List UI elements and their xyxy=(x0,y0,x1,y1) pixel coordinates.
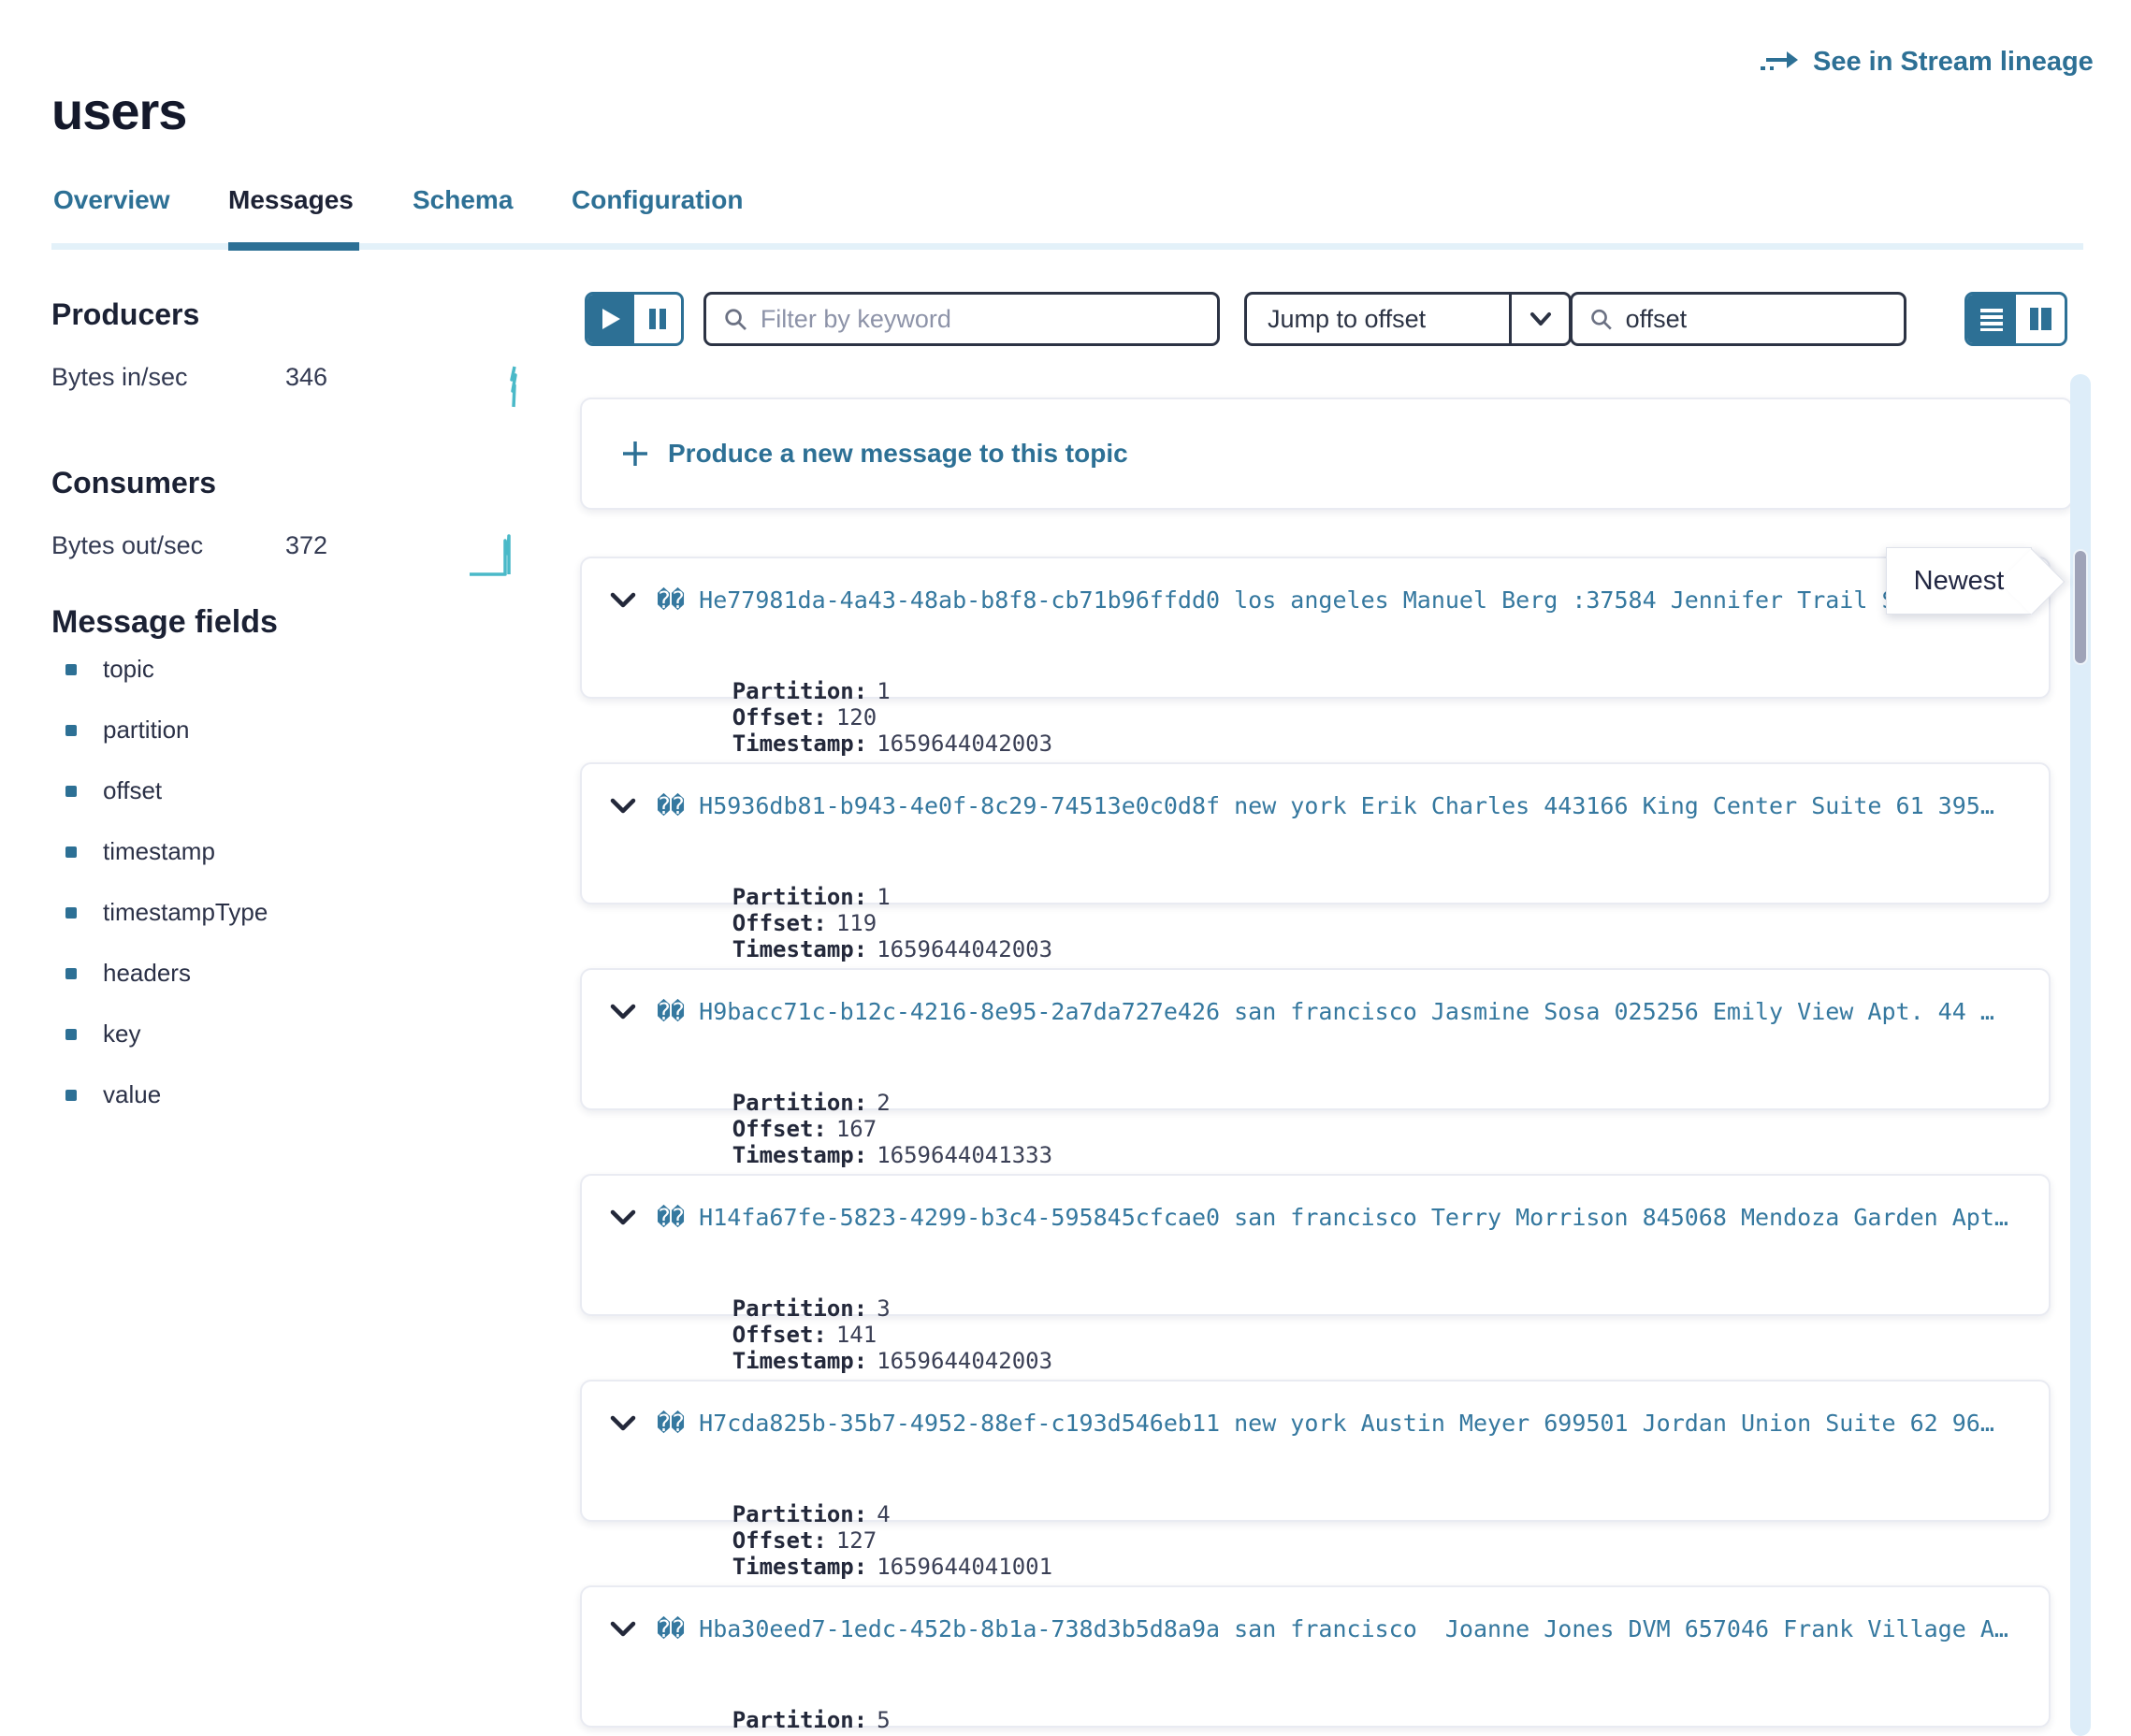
message-summary: �� He77981da-4a43-48ab-b8f8-cb71b96ffdd0… xyxy=(657,586,1896,614)
field-bullet-icon xyxy=(65,1090,77,1101)
active-tab-indicator xyxy=(228,242,359,251)
scrollbar-thumb[interactable] xyxy=(2073,549,2088,665)
field-item-offset[interactable]: offset xyxy=(65,776,162,805)
bytes-in-row: Bytes in/sec 346 xyxy=(51,363,524,414)
field-bullet-icon xyxy=(65,664,77,675)
bytes-in-label: Bytes in/sec xyxy=(51,363,285,392)
partition-value: 1 xyxy=(877,678,890,704)
offset-search-input[interactable] xyxy=(1626,305,1887,334)
field-item-timestamp[interactable]: timestamp xyxy=(65,837,215,866)
plus-icon xyxy=(621,440,649,468)
pause-icon xyxy=(647,307,668,331)
field-item-timestampType[interactable]: timestampType xyxy=(65,898,268,927)
offset-value: 141 xyxy=(836,1322,877,1348)
partition-value: 1 xyxy=(877,884,890,910)
timestamp-value: 1659644041333 xyxy=(877,1142,1052,1168)
field-item-value[interactable]: value xyxy=(65,1080,161,1109)
search-icon xyxy=(723,306,747,332)
message-summary: �� H9bacc71c-b12c-4216-8e95-2a7da727e426… xyxy=(657,998,1994,1025)
offset-value: 119 xyxy=(836,910,877,936)
search-icon xyxy=(1589,306,1613,332)
pause-button[interactable] xyxy=(634,295,681,343)
field-bullet-icon xyxy=(65,907,77,919)
bytes-in-value: 346 xyxy=(285,363,327,392)
produce-message-button[interactable]: Produce a new message to this topic xyxy=(580,398,2073,510)
message-list-scrollbar[interactable] xyxy=(2070,374,2091,1736)
bytes-out-value: 372 xyxy=(285,531,327,560)
newest-position-tooltip: Newest xyxy=(1886,547,2032,615)
timestamp-value: 1659644042003 xyxy=(877,1348,1052,1374)
message-row[interactable]: �� He77981da-4a43-48ab-b8f8-cb71b96ffdd0… xyxy=(580,557,2051,699)
lineage-arrow-icon xyxy=(1759,48,1800,78)
column-view-icon xyxy=(2027,306,2053,332)
message-meta: Partition:5 Offset:163 Timestamp:1659644… xyxy=(651,1681,1107,1736)
message-summary: �� H7cda825b-35b7-4952-88ef-c193d546eb11… xyxy=(657,1410,1994,1437)
bytes-out-row: Bytes out/sec 372 xyxy=(51,531,524,583)
field-item-topic[interactable]: topic xyxy=(65,655,154,684)
field-bullet-icon xyxy=(65,846,77,858)
tab-overview[interactable]: Overview xyxy=(53,185,170,215)
timestamp-value: 1659644042003 xyxy=(877,936,1052,962)
producers-heading: Producers xyxy=(51,297,199,332)
jump-select-value: Jump to offset xyxy=(1247,295,1509,343)
timestamp-value: 1659644041001 xyxy=(877,1554,1052,1580)
field-item-partition[interactable]: partition xyxy=(65,716,190,745)
offset-search-wrapper xyxy=(1570,292,1906,346)
field-item-key[interactable]: key xyxy=(65,1020,140,1049)
message-row[interactable]: �� Hba30eed7-1edc-452b-8b1a-738d3b5d8a9a… xyxy=(580,1585,2051,1728)
bytes-out-sparkline xyxy=(468,531,524,583)
chevron-down-icon xyxy=(1509,295,1569,343)
partition-value: 2 xyxy=(877,1090,890,1116)
offset-value: 127 xyxy=(836,1527,877,1554)
stream-lineage-link[interactable]: See in Stream lineage xyxy=(1759,47,2094,78)
expand-chevron-icon[interactable] xyxy=(610,1004,636,1020)
tab-schema[interactable]: Schema xyxy=(413,185,513,215)
offset-value: 120 xyxy=(836,704,877,731)
tab-configuration[interactable]: Configuration xyxy=(572,185,744,215)
expand-chevron-icon[interactable] xyxy=(610,798,636,815)
partition-value: 4 xyxy=(877,1501,890,1527)
message-row[interactable]: �� H9bacc71c-b12c-4216-8e95-2a7da727e426… xyxy=(580,968,2051,1110)
produce-message-label: Produce a new message to this topic xyxy=(668,439,1128,469)
list-view-icon xyxy=(1979,306,2005,332)
field-bullet-icon xyxy=(65,1029,77,1040)
timestamp-value: 1659644042003 xyxy=(877,731,1052,757)
filter-input-wrapper xyxy=(703,292,1220,346)
offset-value: 167 xyxy=(836,1116,877,1142)
bytes-out-label: Bytes out/sec xyxy=(51,531,285,560)
stream-control-group xyxy=(585,292,684,346)
expand-chevron-icon[interactable] xyxy=(610,592,636,609)
lineage-link-label: See in Stream lineage xyxy=(1813,47,2094,78)
message-row[interactable]: �� H7cda825b-35b7-4952-88ef-c193d546eb11… xyxy=(580,1380,2051,1522)
consumers-heading: Consumers xyxy=(51,466,216,500)
page-title: users xyxy=(51,80,186,141)
list-view-button[interactable] xyxy=(1967,295,2016,343)
field-bullet-icon xyxy=(65,968,77,979)
jump-to-offset-select[interactable]: Jump to offset xyxy=(1244,292,1572,346)
message-row[interactable]: �� H14fa67fe-5823-4299-b3c4-595845cfcae0… xyxy=(580,1174,2051,1316)
message-summary: �� H14fa67fe-5823-4299-b3c4-595845cfcae0… xyxy=(657,1204,2008,1231)
partition-value: 5 xyxy=(877,1707,890,1733)
bytes-in-sparkline xyxy=(483,363,524,414)
tab-messages[interactable]: Messages xyxy=(228,185,354,215)
message-summary: �� Hba30eed7-1edc-452b-8b1a-738d3b5d8a9a… xyxy=(657,1615,2008,1642)
expand-chevron-icon[interactable] xyxy=(610,1209,636,1226)
tooltip-arrow xyxy=(1999,549,2066,615)
field-item-headers[interactable]: headers xyxy=(65,959,191,988)
partition-value: 3 xyxy=(877,1295,890,1322)
column-view-button[interactable] xyxy=(2016,295,2065,343)
expand-chevron-icon[interactable] xyxy=(610,1621,636,1638)
message-fields-heading: Message fields xyxy=(51,604,278,641)
play-button[interactable] xyxy=(587,295,634,343)
field-bullet-icon xyxy=(65,725,77,736)
newest-label: Newest xyxy=(1914,566,2005,597)
message-summary: �� H5936db81-b943-4e0f-8c29-74513e0c0d8f… xyxy=(657,792,1994,819)
filter-keyword-input[interactable] xyxy=(761,305,1200,334)
topic-messages-page: users See in Stream lineage Overview Mes… xyxy=(0,0,2131,1736)
expand-chevron-icon[interactable] xyxy=(610,1415,636,1432)
message-row[interactable]: �� H5936db81-b943-4e0f-8c29-74513e0c0d8f… xyxy=(580,762,2051,904)
view-mode-toggle xyxy=(1964,292,2067,346)
play-icon xyxy=(600,307,622,331)
field-bullet-icon xyxy=(65,786,77,797)
